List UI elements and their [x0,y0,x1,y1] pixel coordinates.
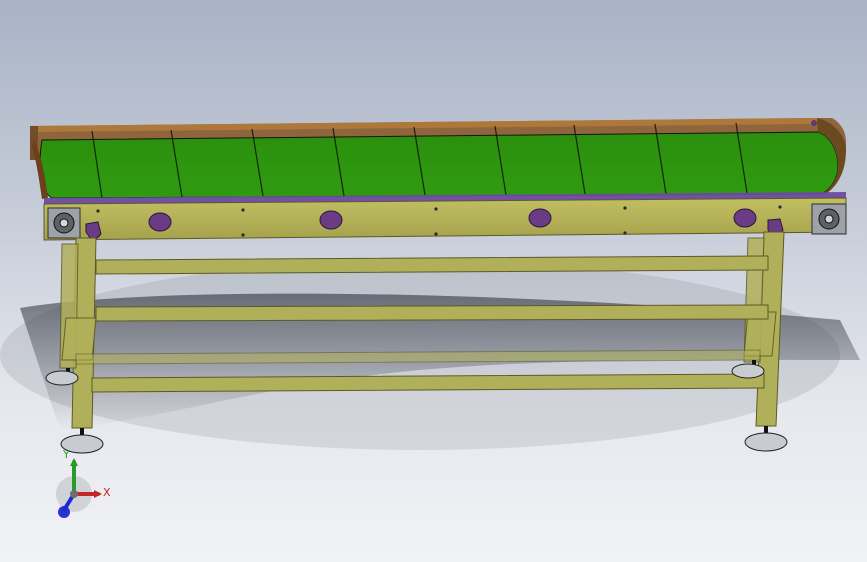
bearing-right [811,203,847,235]
belt-surface[interactable] [39,131,839,199]
reference-triad[interactable]: X Y [40,448,120,528]
conveyor-model[interactable] [0,0,867,562]
right-roll-hub [811,120,817,126]
foot-right-front [744,426,788,452]
triad-x-label: X [103,486,111,499]
bearing-left [47,207,81,239]
cad-viewport[interactable]: X Y [0,0,867,562]
triad-y-label: Y [63,448,70,461]
